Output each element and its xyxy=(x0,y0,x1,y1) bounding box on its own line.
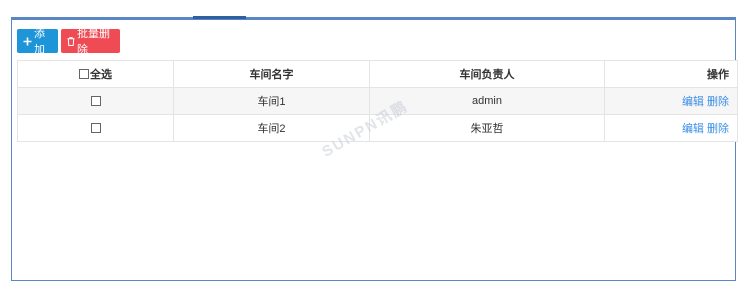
batch-delete-button-label: 批量删除 xyxy=(77,28,110,56)
header-workshop-manager: 车间负责人 xyxy=(369,60,605,88)
header-select-all: 全选 xyxy=(17,60,174,88)
trash-icon xyxy=(67,36,75,46)
header-actions: 操作 xyxy=(604,60,738,88)
delete-link[interactable]: 删除 xyxy=(707,96,729,108)
select-all-label: 全选 xyxy=(90,69,112,81)
row-checkbox-cell xyxy=(17,114,174,142)
actions-cell: 编辑 删除 xyxy=(604,87,738,115)
row-checkbox[interactable] xyxy=(90,123,101,134)
table-header-row: 全选 车间名字 车间负责人 操作 xyxy=(17,60,738,88)
row-checkbox[interactable] xyxy=(90,96,101,107)
select-all-checkbox[interactable] xyxy=(79,69,89,79)
edit-link[interactable]: 编辑 xyxy=(682,123,704,135)
edit-link[interactable]: 编辑 xyxy=(682,96,704,108)
header-workshop-name: 车间名字 xyxy=(173,60,370,88)
content-panel: 添加 批量删除 全选 车间名字 车间负责人 操作 车间1 admin 编辑 删除… xyxy=(11,16,738,281)
toolbar: 添加 批量删除 xyxy=(17,28,120,56)
batch-delete-button[interactable]: 批量删除 xyxy=(61,28,120,56)
active-tab-indicator xyxy=(193,16,246,19)
panel-top-border xyxy=(12,18,735,20)
workshop-manager-cell: 朱亚哲 xyxy=(369,114,605,142)
add-button-label: 添加 xyxy=(34,28,45,56)
actions-cell: 编辑 删除 xyxy=(604,114,738,142)
row-checkbox-cell xyxy=(17,87,174,115)
workshop-name-cell: 车间1 xyxy=(173,87,370,115)
plus-icon xyxy=(23,37,32,46)
delete-link[interactable]: 删除 xyxy=(707,123,729,135)
add-button[interactable]: 添加 xyxy=(17,28,58,56)
